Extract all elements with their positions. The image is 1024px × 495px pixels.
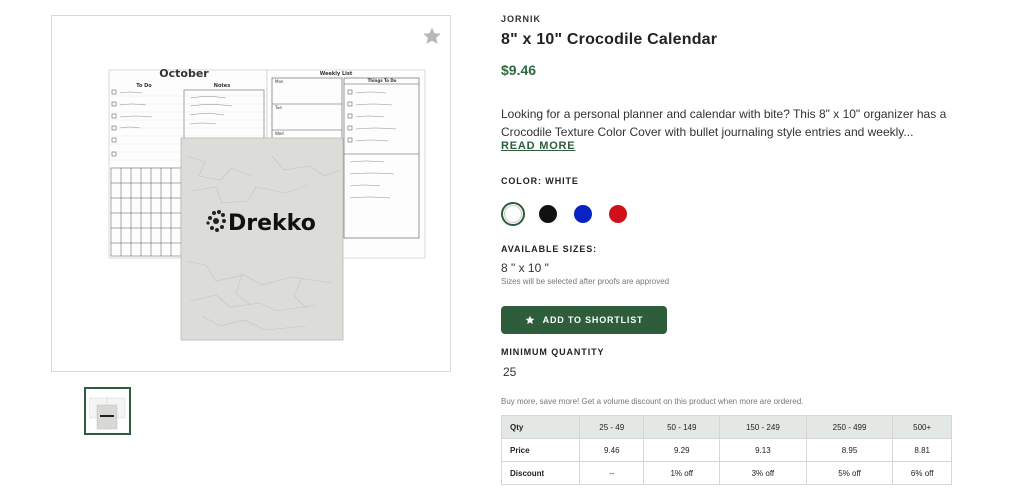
available-sizes-label: AVAILABLE SIZES:: [501, 244, 598, 254]
brand-name: JORNIK: [501, 14, 542, 24]
discount-cell: 6% off: [892, 461, 952, 485]
price-cell: 9.13: [719, 438, 807, 462]
crocodile-cover: Drekko: [180, 137, 344, 341]
day-label-tue: Tue: [274, 105, 282, 110]
color-label: COLOR: WHITE: [501, 176, 579, 186]
day-label-mon: Mon: [275, 79, 284, 84]
things-to-do-heading: Things To Do: [368, 78, 397, 83]
volume-discount-note: Buy more, save more! Get a volume discou…: [501, 397, 804, 406]
minimum-quantity-value: 25: [503, 365, 517, 379]
price-row: Price 9.46 9.29 9.13 8.95 8.81: [501, 438, 952, 462]
product-thumbnail[interactable]: [84, 387, 131, 435]
day-label-wed: Wed: [275, 131, 284, 136]
color-swatches: [501, 202, 630, 226]
minimum-quantity-label: MINIMUM QUANTITY: [501, 347, 605, 357]
color-swatch-red[interactable]: [606, 202, 630, 226]
add-to-shortlist-label: ADD TO SHORTLIST: [542, 315, 644, 325]
product-description: Looking for a personal planner and calen…: [501, 107, 947, 139]
header-tier: 50 - 149: [643, 415, 721, 439]
price-cell: 9.29: [643, 438, 721, 462]
header-tier: 500+: [892, 415, 952, 439]
header-tier: 250 - 499: [805, 415, 894, 439]
discount-cell: 5% off: [805, 461, 894, 485]
star-icon: [525, 315, 535, 324]
main-product-image[interactable]: October To Do Notes Weekly List Mon Tue …: [51, 15, 451, 372]
thumbnail-image: [88, 397, 126, 430]
price-row-label: Price: [501, 438, 580, 462]
volume-pricing-table: Qty 25 - 49 50 - 149 150 - 249 250 - 499…: [501, 415, 952, 485]
discount-cell: 1% off: [643, 461, 721, 485]
discount-row-label: Discount: [501, 461, 580, 485]
favorite-star-icon[interactable]: [422, 26, 442, 46]
color-swatch-white[interactable]: [501, 202, 525, 226]
weekly-list-heading: Weekly List: [320, 71, 353, 77]
calendar-month-heading: October: [159, 67, 209, 80]
color-swatch-black[interactable]: [536, 202, 560, 226]
discount-row: Discount -- 1% off 3% off 5% off 6% off: [501, 461, 952, 485]
header-tier: 25 - 49: [578, 415, 645, 439]
price-cell: 8.95: [805, 438, 894, 462]
product-title: 8" x 10" Crocodile Calendar: [501, 31, 718, 48]
color-swatch-blue[interactable]: [571, 202, 595, 226]
size-value: 8 " x 10 ": [501, 261, 549, 275]
price-cell: 9.46: [578, 438, 645, 462]
notes-heading: Notes: [214, 83, 230, 89]
header-tier: 150 - 249: [719, 415, 807, 439]
product-price: $9.46: [501, 62, 537, 78]
discount-cell: --: [578, 461, 645, 485]
pricing-header-row: Qty 25 - 49 50 - 149 150 - 249 250 - 499…: [501, 415, 952, 439]
drekko-logo-text: Drekko: [228, 211, 316, 236]
add-to-shortlist-button[interactable]: ADD TO SHORTLIST: [501, 306, 667, 334]
price-cell: 8.81: [892, 438, 952, 462]
header-qty: Qty: [501, 415, 580, 439]
discount-cell: 3% off: [719, 461, 807, 485]
todo-heading: To Do: [136, 83, 152, 89]
calendar-illustration: October To Do Notes Weekly List Mon Tue …: [108, 67, 426, 341]
size-note: Sizes will be selected after proofs are …: [501, 277, 670, 286]
read-more-link[interactable]: READ MORE: [501, 140, 575, 152]
